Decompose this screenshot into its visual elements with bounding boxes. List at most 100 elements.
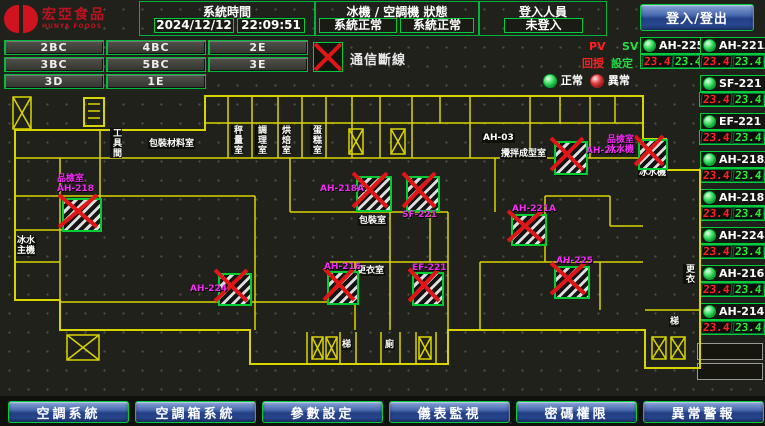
- sv-value: 23.4: [732, 93, 764, 106]
- normal-lamp-icon: [543, 74, 557, 88]
- floorplan-device-SF-221[interactable]: [406, 176, 440, 212]
- device-status-lamp: [703, 229, 716, 242]
- stairs-icon: [670, 336, 686, 360]
- device-values-AH-218A: 23.423.4: [699, 168, 765, 183]
- device-values-AH-216: 23.423.4: [699, 282, 765, 297]
- stairs-icon: [390, 128, 406, 155]
- floorplan-device-AH-221A[interactable]: [511, 214, 547, 246]
- room-label: 廁: [384, 340, 395, 350]
- device-row-AH-214[interactable]: AH-214: [700, 303, 765, 320]
- legend-abnormal-label: 異常: [608, 74, 630, 87]
- room-label: 包裝材料室: [148, 139, 195, 149]
- sv-value: 23.4: [732, 169, 764, 182]
- login-section: 登入人員 未登入: [479, 1, 607, 36]
- device-name: AH-218B: [719, 191, 765, 204]
- device-row-EF-221[interactable]: EF-221: [700, 113, 765, 130]
- floorplan-device-label-AH-224: AH-224: [190, 284, 227, 294]
- device-name: AH-216: [719, 267, 764, 280]
- machine-status-section: 冰機 / 空調機 狀態 系統正常 系統正常: [315, 1, 479, 36]
- sv-value: 23.4: [732, 245, 764, 258]
- sv-tag: SV: [622, 40, 638, 53]
- floor-button-5BC[interactable]: 5BC: [106, 57, 206, 72]
- floorplan-device-label-AH-218: 品檢室 AH-218: [57, 174, 94, 194]
- stairs-icon: [12, 96, 32, 130]
- device-status-lamp: [643, 39, 656, 52]
- nav-button-1[interactable]: 空調系統: [8, 401, 129, 423]
- device-row-AH-224[interactable]: AH-224: [700, 227, 765, 244]
- device-name: AH-221A: [719, 39, 765, 52]
- nav-button-5[interactable]: 密碼權限: [516, 401, 637, 423]
- device-name: AH-225: [659, 39, 704, 52]
- floor-button-grid: 2BC4BC2E 3BC5BC3E 3D1E: [4, 40, 310, 90]
- stairs-icon: [311, 336, 324, 360]
- system-clock: 22:09:51: [237, 18, 305, 33]
- nav-button-6[interactable]: 異常警報: [643, 401, 764, 423]
- device-row-AH-218A[interactable]: AH-218A: [700, 151, 765, 168]
- legend-normal-label: 正常: [561, 74, 583, 87]
- device-row-SF-221[interactable]: SF-221: [700, 75, 765, 92]
- pv-value: 23.4: [700, 207, 732, 220]
- room-label: 調理室: [255, 125, 267, 155]
- empty-device-slot: [697, 343, 763, 360]
- device-row-AH-218B[interactable]: AH-218B: [700, 189, 765, 206]
- room-label: 秤量室: [231, 125, 243, 155]
- device-values-AH-221A: 23.423.4: [699, 54, 765, 69]
- device-name: EF-221: [719, 115, 761, 128]
- stairs-icon: [325, 336, 338, 360]
- device-row-AH-216[interactable]: AH-216: [700, 265, 765, 282]
- stairs-icon: [348, 128, 364, 155]
- floorplan-device-AH-225[interactable]: [554, 266, 590, 299]
- device-row-AH-225[interactable]: AH-225: [640, 37, 703, 54]
- login-user-value: 未登入: [504, 18, 583, 33]
- brand-logo: 宏亞食品 HUNYA FOODS: [4, 2, 132, 35]
- device-values-SF-221: 23.423.4: [699, 92, 765, 107]
- chiller-status: 系統正常: [319, 18, 397, 33]
- floorplan-device-AH-214[interactable]: [554, 141, 588, 175]
- device-name: AH-214: [719, 305, 764, 318]
- floor-button-3BC[interactable]: 3BC: [4, 57, 104, 72]
- brand-name: 宏亞食品: [42, 8, 106, 22]
- device-status-lamp: [703, 305, 716, 318]
- room-label: AH-03: [482, 133, 515, 143]
- floor-button-2BC[interactable]: 2BC: [4, 40, 104, 55]
- floor-button-3D[interactable]: 3D: [4, 74, 104, 89]
- device-status-lamp: [703, 191, 716, 204]
- pv-value: 23.4: [700, 245, 732, 258]
- hmi-screen: 宏亞食品 HUNYA FOODS 系統時間 2024/12/12 22:09:5…: [0, 0, 765, 426]
- floorplan-device-label-EF-221: EF-221: [412, 263, 447, 273]
- system-date: 2024/12/12: [154, 18, 234, 33]
- device-row-AH-221A[interactable]: AH-221A: [700, 37, 765, 54]
- nav-button-4[interactable]: 儀表監視: [389, 401, 510, 423]
- floorplan-device-AH-218[interactable]: [62, 198, 102, 232]
- pv-tag: PV: [589, 40, 606, 53]
- floor-button-2E[interactable]: 2E: [208, 40, 308, 55]
- floorplan-device-EF-221[interactable]: [412, 272, 444, 306]
- floorplan-device-AH-216[interactable]: [327, 271, 359, 305]
- legend-normal: 正常: [543, 72, 583, 88]
- device-status-lamp: [703, 153, 716, 166]
- device-values-AH-224: 23.423.4: [699, 244, 765, 259]
- floorplan-device-AH-218A[interactable]: [356, 176, 392, 212]
- login-logout-button[interactable]: 登入/登出: [640, 4, 754, 31]
- pv-value: 23.4: [700, 169, 732, 182]
- floor-button-4BC[interactable]: 4BC: [106, 40, 206, 55]
- bottom-nav: 空調系統空調箱系統參數設定儀表監視密碼權限異常警報: [0, 396, 765, 426]
- abnormal-lamp-icon: [590, 74, 604, 88]
- floorplan-device-冰水機[interactable]: [638, 139, 668, 170]
- floorplan-device-label-AH-218A: AH-218A: [320, 184, 364, 194]
- system-time-section: 系統時間 2024/12/12 22:09:51: [139, 1, 315, 36]
- device-name: AH-224: [719, 229, 764, 242]
- stairs-icon: [651, 336, 667, 360]
- nav-button-3[interactable]: 參數設定: [262, 401, 383, 423]
- device-values-EF-221: 23.423.4: [699, 130, 765, 145]
- sv-value: 23.4: [732, 55, 764, 68]
- stairs-icon: [418, 336, 432, 360]
- brand-name-en: HUNYA FOODS: [42, 24, 106, 30]
- floor-button-1E[interactable]: 1E: [106, 74, 206, 89]
- room-label: 工具間: [110, 128, 122, 158]
- nav-button-2[interactable]: 空調箱系統: [135, 401, 256, 423]
- pv-value: 23.4: [700, 131, 732, 144]
- room-label: 蛋糕室: [310, 125, 322, 155]
- floor-button-3E[interactable]: 3E: [208, 57, 308, 72]
- device-status-lamp: [703, 115, 716, 128]
